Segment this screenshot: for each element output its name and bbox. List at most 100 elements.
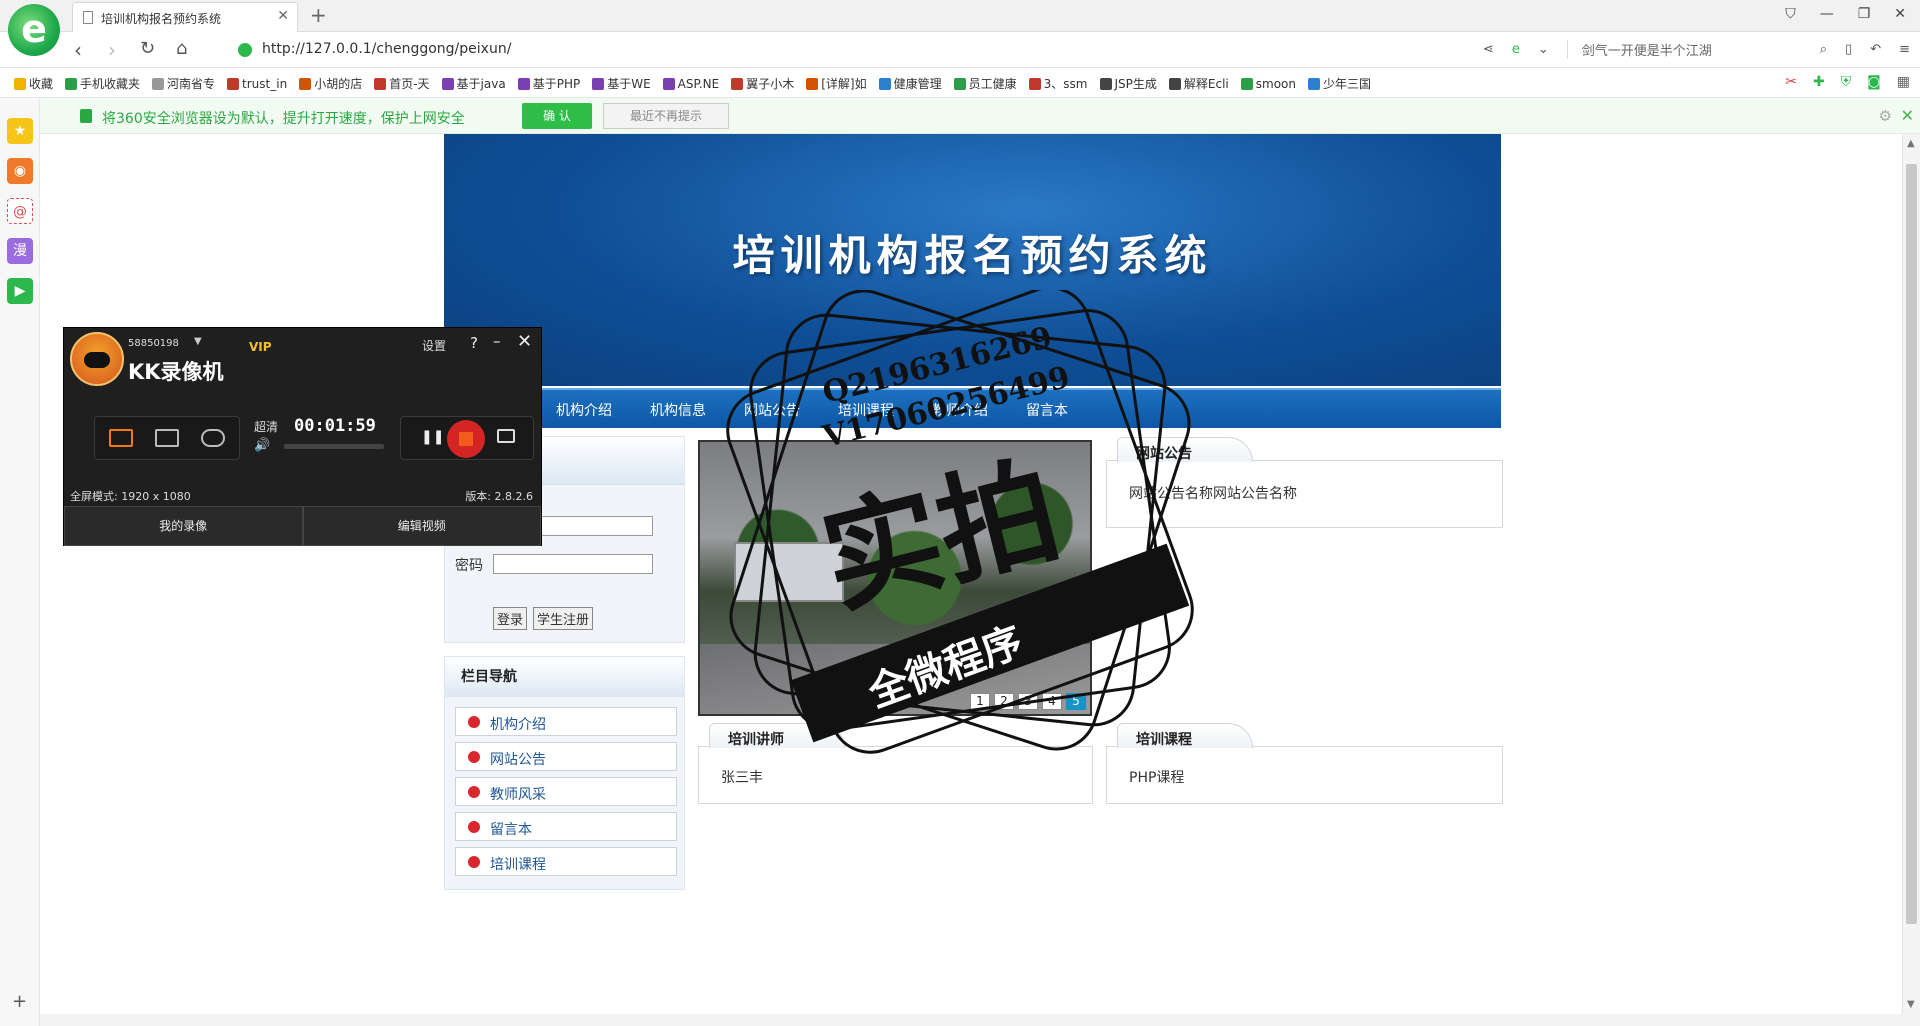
nav-item[interactable]: 机构介绍 [556,400,650,420]
minimize-icon[interactable]: — [1820,6,1834,22]
url-input[interactable]: http://127.0.0.1/chenggong/peixun/ [262,41,511,57]
bookmark-icon [878,77,891,90]
register-button[interactable]: 学生注册 [533,607,594,630]
bookmark-item[interactable]: 河南省专 [152,75,215,92]
bookmark-item[interactable]: 3、ssm [1028,75,1088,92]
bookmark-item[interactable]: 收藏 [14,75,53,92]
reload-icon[interactable]: ↻ [140,38,155,59]
restore-icon[interactable]: ❐ [1858,6,1871,22]
shield-icon[interactable]: ⛨ [1841,74,1852,90]
column-nav-item[interactable]: 培训课程 [455,847,677,876]
scroll-up-icon[interactable]: ▲ [1907,138,1915,149]
forward-icon[interactable]: › [108,38,116,62]
minimize-icon[interactable]: – [493,332,501,350]
bookmark-item[interactable]: smoon [1240,75,1296,92]
scroll-down-icon[interactable]: ▼ [1907,999,1915,1010]
column-nav-item[interactable]: 机构介绍 [455,707,677,736]
bookmark-item[interactable]: 基于java [441,75,506,92]
close-icon[interactable]: ✕ [1901,106,1914,125]
menu-icon[interactable]: ≡ [1899,42,1910,57]
home-icon[interactable]: ⌂ [176,38,187,59]
add-sidebar-icon[interactable]: + [12,991,27,1012]
engine-icon[interactable]: e [1512,42,1520,57]
camera-icon[interactable] [497,429,515,443]
bookmark-item[interactable]: 首页-天 [374,75,430,92]
bookmark-label: JSP生成 [1114,77,1157,91]
column-nav-item[interactable]: 网站公告 [455,742,677,771]
recorder-settings-button[interactable]: 设置 [422,337,446,354]
confirm-button[interactable]: 确 认 [522,103,592,129]
close-tab-icon[interactable]: ✕ [277,8,289,24]
favorites-icon[interactable]: ★ [7,118,33,144]
column-nav-item[interactable]: 留言本 [455,812,677,841]
bookmark-label: trust_in [242,76,288,91]
bookmark-icon [1308,77,1320,90]
bookmark-item[interactable]: 基于PHP [517,75,580,92]
bookmark-icon [299,77,312,90]
bookmark-item[interactable]: JSP生成 [1099,75,1157,92]
login-button[interactable]: 登录 [493,607,528,630]
account-dropdown-icon[interactable]: ▼ [194,336,202,347]
my-videos-button[interactable]: 我的录像 [64,506,303,546]
bookmark-item[interactable]: 解释Ecli [1168,75,1229,92]
new-tab-icon[interactable]: + [310,3,327,27]
edit-video-button[interactable]: 编辑视频 [302,506,541,546]
bookmark-item[interactable]: 基于WE [592,75,651,92]
bookmark-item[interactable]: 健康管理 [878,75,942,92]
bookmark-icon [517,77,530,90]
volume-slider[interactable] [284,444,384,449]
pause-icon[interactable]: ❚❚ [421,429,444,445]
bookmark-label: 基于java [456,77,506,91]
video-icon[interactable]: ▶ [7,278,33,304]
game-icon[interactable]: ◙ [1867,74,1881,90]
region-mode-icon[interactable] [155,429,179,447]
fullscreen-mode-icon[interactable] [109,429,133,447]
help-icon[interactable]: ? [470,334,478,352]
bookmark-item[interactable]: 手机收藏夹 [65,75,140,92]
bullet-icon [468,716,480,728]
dismiss-button[interactable]: 最近不再提示 [603,103,729,129]
bookmark-item[interactable]: trust_in [227,75,287,92]
bookmark-item[interactable]: 翼子小木 [731,75,794,92]
gear-icon[interactable]: ⚙ [1879,107,1892,125]
scroll-thumb[interactable] [1906,164,1917,924]
mail-icon[interactable]: @ [7,198,33,224]
recorder-window: 58850198 ▼ VIP KK录像机 设置 ? – ✕ 超清 🔊 00:01… [63,327,542,546]
game-mode-icon[interactable] [201,429,225,447]
bookmark-item[interactable]: 员工健康 [953,75,1017,92]
stop-record-button[interactable] [447,420,485,458]
bookmark-item[interactable]: 小胡的店 [299,75,362,92]
search-icon[interactable]: ⌕ [1730,42,1827,57]
apps-icon[interactable]: ▦ [1897,74,1910,90]
volume-icon[interactable]: 🔊 [254,438,270,453]
column-nav-item[interactable]: 教师风采 [455,777,677,806]
shirt-icon[interactable]: ⛉ [1785,6,1796,22]
close-icon[interactable]: ✕ [517,331,532,352]
close-window-icon[interactable]: ✕ [1894,6,1906,22]
password-input[interactable] [493,554,653,574]
browser-logo[interactable]: e [8,4,60,56]
bookmark-label: 小胡的店 [314,77,363,91]
share-icon[interactable]: ⋖ [1483,42,1494,57]
page-scrollbar[interactable]: ▲ ▼ [1902,134,1920,1014]
bookmark-label: 员工健康 [968,77,1017,91]
search-input[interactable]: 剑气一开便是半个江湖 [1566,40,1712,59]
undo-icon[interactable]: ↶ [1870,42,1881,57]
comic-icon[interactable]: 漫 [7,238,33,264]
address-tools: ⋖ e ⌄ 剑气一开便是半个江湖 ⌕ ▯ ↶ ≡ [1483,40,1910,59]
bookmark-item[interactable]: 少年三国 [1308,75,1371,92]
bookmark-icon [1240,77,1253,90]
weibo-icon[interactable]: ◉ [7,158,33,184]
capture-mode-group [94,416,240,460]
back-icon[interactable]: ‹ [74,38,82,62]
bookmarks-bar: 收藏 手机收藏夹 河南省专 trust_in 小胡的店 首页-天 基于java 基于PHP 基于… [0,68,1920,98]
bookmark-item[interactable]: [详解]如 [806,75,867,92]
address-bar: ‹ › ↻ ⌂ http://127.0.0.1/chenggong/peixu… [0,32,1920,68]
chevron-down-icon[interactable]: ⌄ [1538,42,1549,57]
quality-label[interactable]: 超清 [254,418,278,435]
plugin-icon[interactable]: ✚ [1813,74,1825,90]
bookmark-item[interactable]: ASP.NE [662,75,719,92]
tablet-icon[interactable]: ▯ [1845,42,1852,57]
scissors-icon[interactable]: ✂ [1785,74,1797,90]
tab-active[interactable]: 培训机构报名预约系统 ✕ [72,2,298,32]
